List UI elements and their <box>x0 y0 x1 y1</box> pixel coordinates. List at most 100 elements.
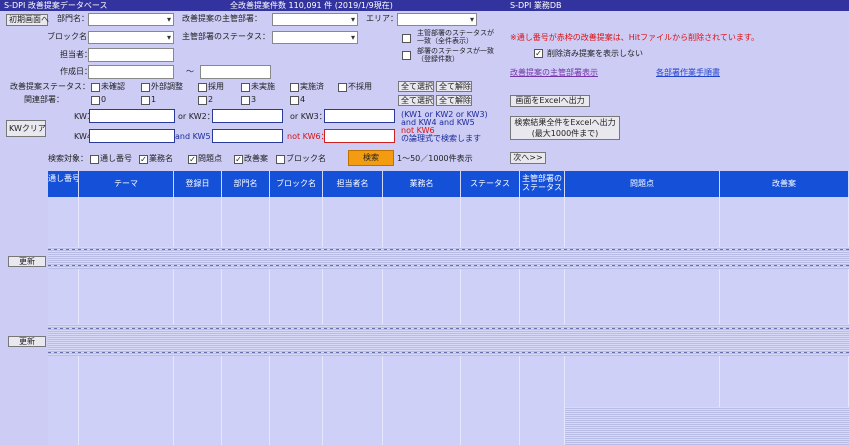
status-checkbox-2[interactable] <box>198 83 207 92</box>
target-serial-label: 通し番号 <box>100 154 132 163</box>
table-column <box>48 197 79 445</box>
init-screen-button[interactable]: 初期画面へ <box>6 14 49 26</box>
next-button[interactable]: 次へ>> <box>510 152 546 164</box>
results-table-body <box>48 197 849 445</box>
row-divider <box>48 352 849 353</box>
related-checkbox-1[interactable] <box>141 96 150 105</box>
dept-display-link[interactable]: 改善提案の主管部署表示 <box>510 67 598 78</box>
related-checkbox-4[interactable] <box>290 96 299 105</box>
table-column <box>222 197 270 445</box>
kw1-input[interactable] <box>89 109 175 123</box>
related-option-4: 4 <box>300 95 306 104</box>
col-header-business: 業務名 <box>383 171 461 197</box>
table-column <box>323 197 383 445</box>
related-checkbox-2[interactable] <box>198 96 207 105</box>
dept-select[interactable] <box>88 13 174 26</box>
results-table-header: 通し番号 テーマ 登録日 部門名 ブロック名 担当者名 業務名 ステータス 主管… <box>48 171 849 197</box>
excel-all-button[interactable]: 検索結果全件をExcelへ出力 (最大1000件まで) <box>510 116 620 140</box>
related-option-2: 2 <box>208 95 214 104</box>
target-checkbox-block[interactable] <box>276 155 285 164</box>
dept-manage-label: 改善提案の主管部署： <box>182 14 262 23</box>
related-select-all-button[interactable]: 全て選択 <box>398 95 434 106</box>
status-count-label: 部署のステータスが一致（登録件数） <box>417 47 494 63</box>
hide-deleted-label: 削除済み提案を表示しない <box>547 49 643 58</box>
related-clear-all-button[interactable]: 全て解除 <box>436 95 472 106</box>
table-column <box>270 197 323 445</box>
total-count: 全改善提案件数 110,091 件 (2019/1/9現在) <box>230 1 393 10</box>
row-divider <box>48 328 849 329</box>
area-select[interactable] <box>397 13 477 26</box>
table-column <box>461 197 520 445</box>
row-divider <box>48 249 849 250</box>
kw6-label: not KW6： <box>287 132 329 141</box>
status-checkbox-1[interactable] <box>141 83 150 92</box>
status-clear-all-button[interactable]: 全て解除 <box>436 81 472 92</box>
target-problem-label: 問題点 <box>198 154 222 163</box>
created-separator: ～ <box>186 67 194 76</box>
excel-screen-button[interactable]: 画面をExcelへ出力 <box>510 95 590 107</box>
row-divider <box>48 265 849 266</box>
table-column <box>79 197 174 445</box>
col-header-serial: 通し番号 <box>48 171 79 197</box>
target-business-label: 業務名 <box>149 154 173 163</box>
status-select-all-button[interactable]: 全て選択 <box>398 81 434 92</box>
target-checkbox-improvement[interactable]: ✓ <box>234 155 243 164</box>
table-row <box>565 407 849 445</box>
status-match-label: 主管部署のステータスが一致（全件表示） <box>417 29 494 45</box>
status-checkbox-5[interactable] <box>338 83 347 92</box>
col-header-theme: テーマ <box>79 171 174 197</box>
status-option-5: 不採用 <box>348 82 372 91</box>
excel-all-label: 検索結果全件をExcelへ出力 <box>514 118 616 127</box>
related-checkbox-3[interactable] <box>241 96 250 105</box>
target-block-label: ブロック名 <box>286 154 326 163</box>
target-checkbox-problem[interactable]: ✓ <box>188 155 197 164</box>
kw3-input[interactable] <box>324 109 395 123</box>
col-header-owner: 担当者名 <box>323 171 383 197</box>
status-option-3: 未実施 <box>251 82 275 91</box>
col-header-block: ブロック名 <box>270 171 323 197</box>
status-match-checkbox[interactable] <box>402 34 411 43</box>
status-option-0: 未確認 <box>101 82 125 91</box>
update-button[interactable]: 更新 <box>8 336 46 347</box>
kw5-input[interactable] <box>212 129 283 143</box>
created-from-input[interactable] <box>88 65 174 79</box>
kw2-input[interactable] <box>212 109 283 123</box>
range-text: 1～50／1000件表示 <box>397 154 473 163</box>
col-header-problem: 問題点 <box>565 171 720 197</box>
kw-clear-button[interactable]: KWクリア <box>6 120 46 137</box>
col-header-manage-status: 主管部署のステータス <box>520 171 565 197</box>
search-button[interactable]: 検索 <box>348 150 394 166</box>
related-option-3: 3 <box>251 95 257 104</box>
area-label: エリア： <box>366 14 398 23</box>
kw4-input[interactable] <box>89 129 175 143</box>
owner-input[interactable] <box>88 48 174 62</box>
related-checkbox-0[interactable] <box>91 96 100 105</box>
status-manage-select[interactable] <box>272 31 358 44</box>
dept-manage-select[interactable] <box>272 13 358 26</box>
target-label: 検索対象： <box>48 154 88 163</box>
manual-link[interactable]: 各部署作業手順書 <box>656 67 720 78</box>
status-row-label: 改善提案ステータス： <box>10 82 90 91</box>
target-improvement-label: 改善案 <box>244 154 268 163</box>
update-button[interactable]: 更新 <box>8 256 46 267</box>
status-checkbox-4[interactable] <box>290 83 299 92</box>
related-label: 関連部署： <box>24 95 64 104</box>
status-count-checkbox[interactable] <box>402 51 411 60</box>
status-option-4: 実施済 <box>300 82 324 91</box>
table-column <box>174 197 222 445</box>
block-select[interactable] <box>88 31 174 44</box>
deleted-note: ※通し番号が赤枠の改善提案は、Hitファイルから削除されています。 <box>510 33 760 42</box>
target-checkbox-serial[interactable] <box>90 155 99 164</box>
col-header-status: ステータス <box>461 171 520 197</box>
target-checkbox-business[interactable]: ✓ <box>139 155 148 164</box>
kw6-input[interactable] <box>324 129 395 143</box>
status-checkbox-0[interactable] <box>91 83 100 92</box>
kw-note-4: の論理式で検索します <box>401 134 481 143</box>
col-header-improvement: 改善案 <box>720 171 849 197</box>
status-checkbox-3[interactable] <box>241 83 250 92</box>
hide-deleted-checkbox[interactable]: ✓ <box>534 49 543 58</box>
col-header-dept: 部門名 <box>222 171 270 197</box>
created-to-input[interactable] <box>200 65 271 79</box>
related-option-0: 0 <box>101 95 107 104</box>
kw2-label: or KW2： <box>178 112 215 121</box>
